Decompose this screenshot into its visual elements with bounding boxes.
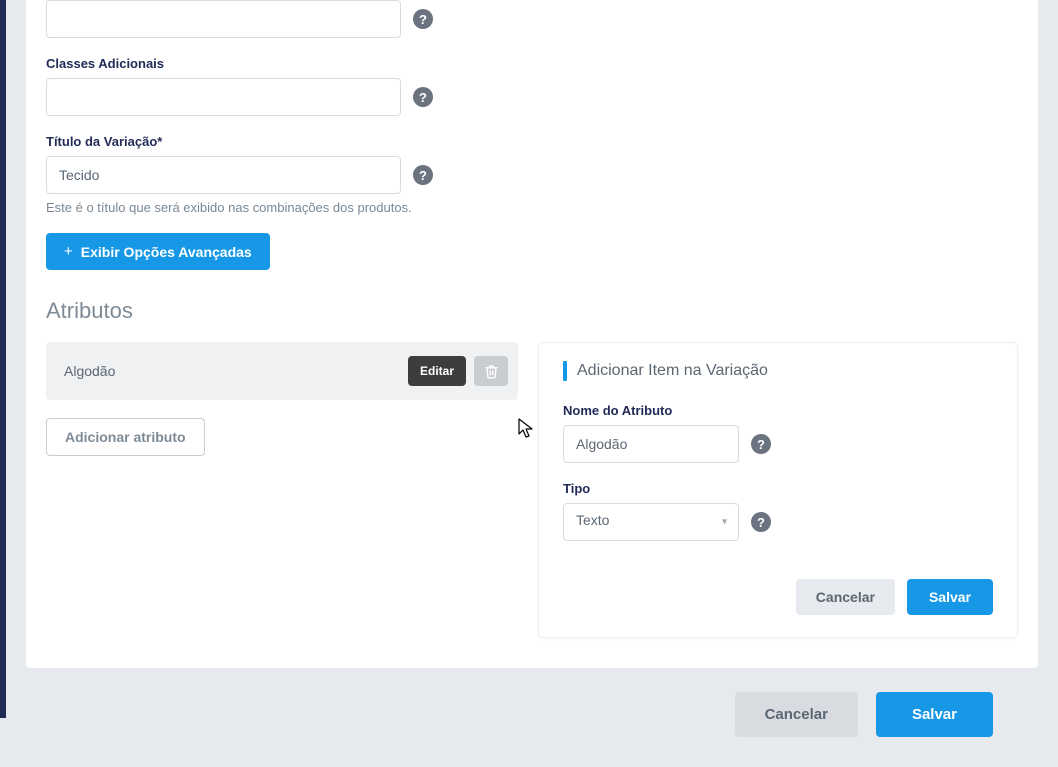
help-icon[interactable]: ?	[751, 512, 771, 532]
attributes-left-col: Algodão Editar	[46, 342, 518, 456]
page-save-button[interactable]: Salvar	[876, 692, 993, 737]
panel-title-row: Adicionar Item na Variação	[563, 361, 993, 381]
classes-group: Classes Adicionais ?	[46, 56, 1018, 116]
help-icon[interactable]: ?	[413, 165, 433, 185]
trash-icon	[484, 364, 499, 379]
top-input[interactable]	[46, 0, 401, 38]
panel-cancel-button[interactable]: Cancelar	[796, 579, 895, 615]
content-card: ? Classes Adicionais ? Título da Variaçã…	[26, 0, 1038, 668]
titulo-group: Título da Variação* ? Este é o título qu…	[46, 134, 1018, 215]
help-icon[interactable]: ?	[413, 87, 433, 107]
titulo-help-text: Este é o título que será exibido nas com…	[46, 200, 1018, 215]
plus-icon: +	[64, 243, 73, 260]
attr-name-group: Nome do Atributo ?	[563, 403, 993, 463]
top-input-group: ?	[46, 0, 1018, 38]
delete-button[interactable]	[474, 356, 508, 386]
classes-label: Classes Adicionais	[46, 56, 1018, 71]
page-wrapper: ? Classes Adicionais ? Título da Variaçã…	[0, 0, 1058, 767]
panel-footer: Cancelar Salvar	[563, 579, 993, 615]
edit-button[interactable]: Editar	[408, 356, 466, 386]
help-icon[interactable]: ?	[751, 434, 771, 454]
classes-input[interactable]	[46, 78, 401, 116]
help-icon[interactable]: ?	[413, 9, 433, 29]
panel-title: Adicionar Item na Variação	[577, 362, 768, 380]
attr-type-group: Tipo Texto ▾ ?	[563, 481, 993, 541]
attribute-actions: Editar	[408, 356, 508, 386]
titulo-label: Título da Variação*	[46, 134, 1018, 149]
attributes-two-col: Algodão Editar	[46, 342, 1018, 668]
advanced-options-label: Exibir Opções Avançadas	[81, 244, 252, 260]
sidebar-accent-bar	[0, 0, 6, 718]
type-select[interactable]: Texto	[563, 503, 739, 541]
attr-name-label: Nome do Atributo	[563, 403, 993, 418]
attr-name-input[interactable]	[563, 425, 739, 463]
attributes-section-title: Atributos	[46, 298, 1018, 324]
panel-save-button[interactable]: Salvar	[907, 579, 993, 615]
advanced-options-button[interactable]: + Exibir Opções Avançadas	[46, 233, 270, 270]
panel-title-bar	[563, 361, 567, 381]
attr-type-label: Tipo	[563, 481, 993, 496]
add-item-panel: Adicionar Item na Variação Nome do Atrib…	[538, 342, 1018, 638]
attribute-name: Algodão	[64, 363, 115, 379]
add-attribute-button[interactable]: Adicionar atributo	[46, 418, 205, 456]
attribute-row: Algodão Editar	[46, 342, 518, 400]
page-cancel-button[interactable]: Cancelar	[735, 692, 858, 737]
type-select-wrapper: Texto ▾	[563, 503, 739, 541]
titulo-input[interactable]	[46, 156, 401, 194]
